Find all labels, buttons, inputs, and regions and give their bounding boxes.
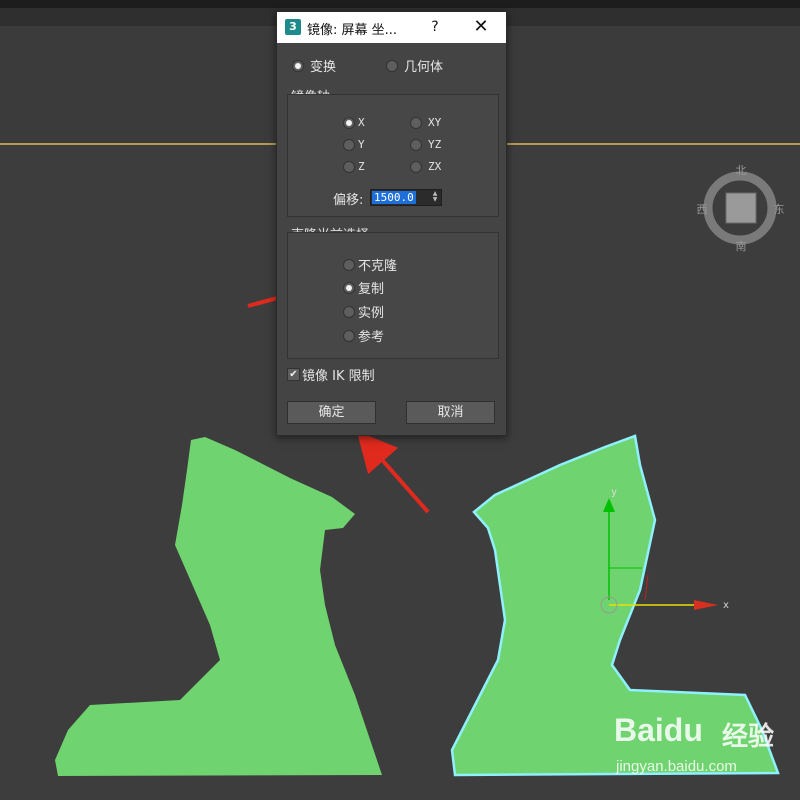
radio-axis-x[interactable] xyxy=(343,117,355,129)
watermark-url: jingyan.baidu.com xyxy=(616,758,737,775)
radio-transform[interactable] xyxy=(292,60,304,72)
radio-copy[interactable] xyxy=(343,282,355,294)
gizmo-y-label: y xyxy=(611,487,617,498)
gizmo-x-label: x xyxy=(723,600,729,611)
clone-group: 不克隆 复制 实例 参考 xyxy=(287,232,499,359)
baidu-watermark: Baidu 经验 jingyan.baidu.com xyxy=(610,712,790,792)
viewcube-north[interactable]: 北 xyxy=(736,164,747,177)
viewcube-south[interactable]: 南 xyxy=(736,240,747,253)
mirror-ik-label: 镜像 IK 限制 xyxy=(302,369,375,384)
label-transform: 变换 xyxy=(310,60,337,75)
spinner-arrows-icon[interactable]: ▲ ▼ xyxy=(431,191,439,204)
radio-axis-xy[interactable] xyxy=(410,117,422,129)
label-axis-y: Y xyxy=(358,138,365,151)
radio-axis-z[interactable] xyxy=(343,161,355,173)
label-copy: 复制 xyxy=(358,282,385,297)
radio-instance[interactable] xyxy=(343,306,355,318)
label-axis-z: Z xyxy=(358,160,365,173)
ok-button[interactable]: 确定 xyxy=(287,401,376,424)
radio-no-clone[interactable] xyxy=(343,259,355,271)
radio-axis-y[interactable] xyxy=(343,139,355,151)
watermark-brand: Baidu xyxy=(614,712,703,748)
viewcube[interactable]: 上 北 南 西 东 xyxy=(697,164,785,253)
gizmo-x-arrow[interactable] xyxy=(694,600,718,610)
offset-input[interactable]: 1500.0 xyxy=(372,191,416,204)
watermark-product: 经验 xyxy=(722,722,775,752)
offset-spinner[interactable]: 1500.0 ▲ ▼ xyxy=(370,189,442,206)
label-axis-x: X xyxy=(358,116,365,129)
close-button[interactable]: ✕ xyxy=(469,16,493,38)
label-no-clone: 不克隆 xyxy=(358,259,398,274)
offset-label: 偏移: xyxy=(333,193,364,208)
label-instance: 实例 xyxy=(358,306,385,321)
viewcube-west[interactable]: 西 xyxy=(697,203,708,216)
radio-geometry[interactable] xyxy=(386,60,398,72)
left-green-shape[interactable] xyxy=(55,437,382,776)
gizmo-z-hint xyxy=(644,574,649,601)
app-3ds-icon: 3 xyxy=(285,19,301,35)
label-axis-yz: YZ xyxy=(428,138,442,151)
viewcube-face-label: 上 xyxy=(736,203,747,216)
label-axis-zx: ZX xyxy=(428,160,442,173)
help-button[interactable]: ? xyxy=(425,17,445,37)
label-reference: 参考 xyxy=(358,330,385,345)
annotation-arrow-ok xyxy=(356,430,430,514)
dialog-titlebar[interactable]: 3 镜像: 屏幕 坐... ? ✕ xyxy=(277,12,506,43)
cancel-button[interactable]: 取消 xyxy=(406,401,495,424)
viewcube-east[interactable]: 东 xyxy=(774,203,785,216)
radio-axis-yz[interactable] xyxy=(410,139,422,151)
mirror-dialog: 3 镜像: 屏幕 坐... ? ✕ 变换 几何体 镜像轴: X XY Y YZ … xyxy=(276,11,507,436)
mirror-ik-checkbox[interactable]: ✔ xyxy=(287,368,300,381)
radio-axis-zx[interactable] xyxy=(410,161,422,173)
radio-reference[interactable] xyxy=(343,330,355,342)
dialog-title: 镜像: 屏幕 坐... xyxy=(307,23,398,38)
label-axis-xy: XY xyxy=(428,116,442,129)
label-geometry: 几何体 xyxy=(404,60,444,75)
